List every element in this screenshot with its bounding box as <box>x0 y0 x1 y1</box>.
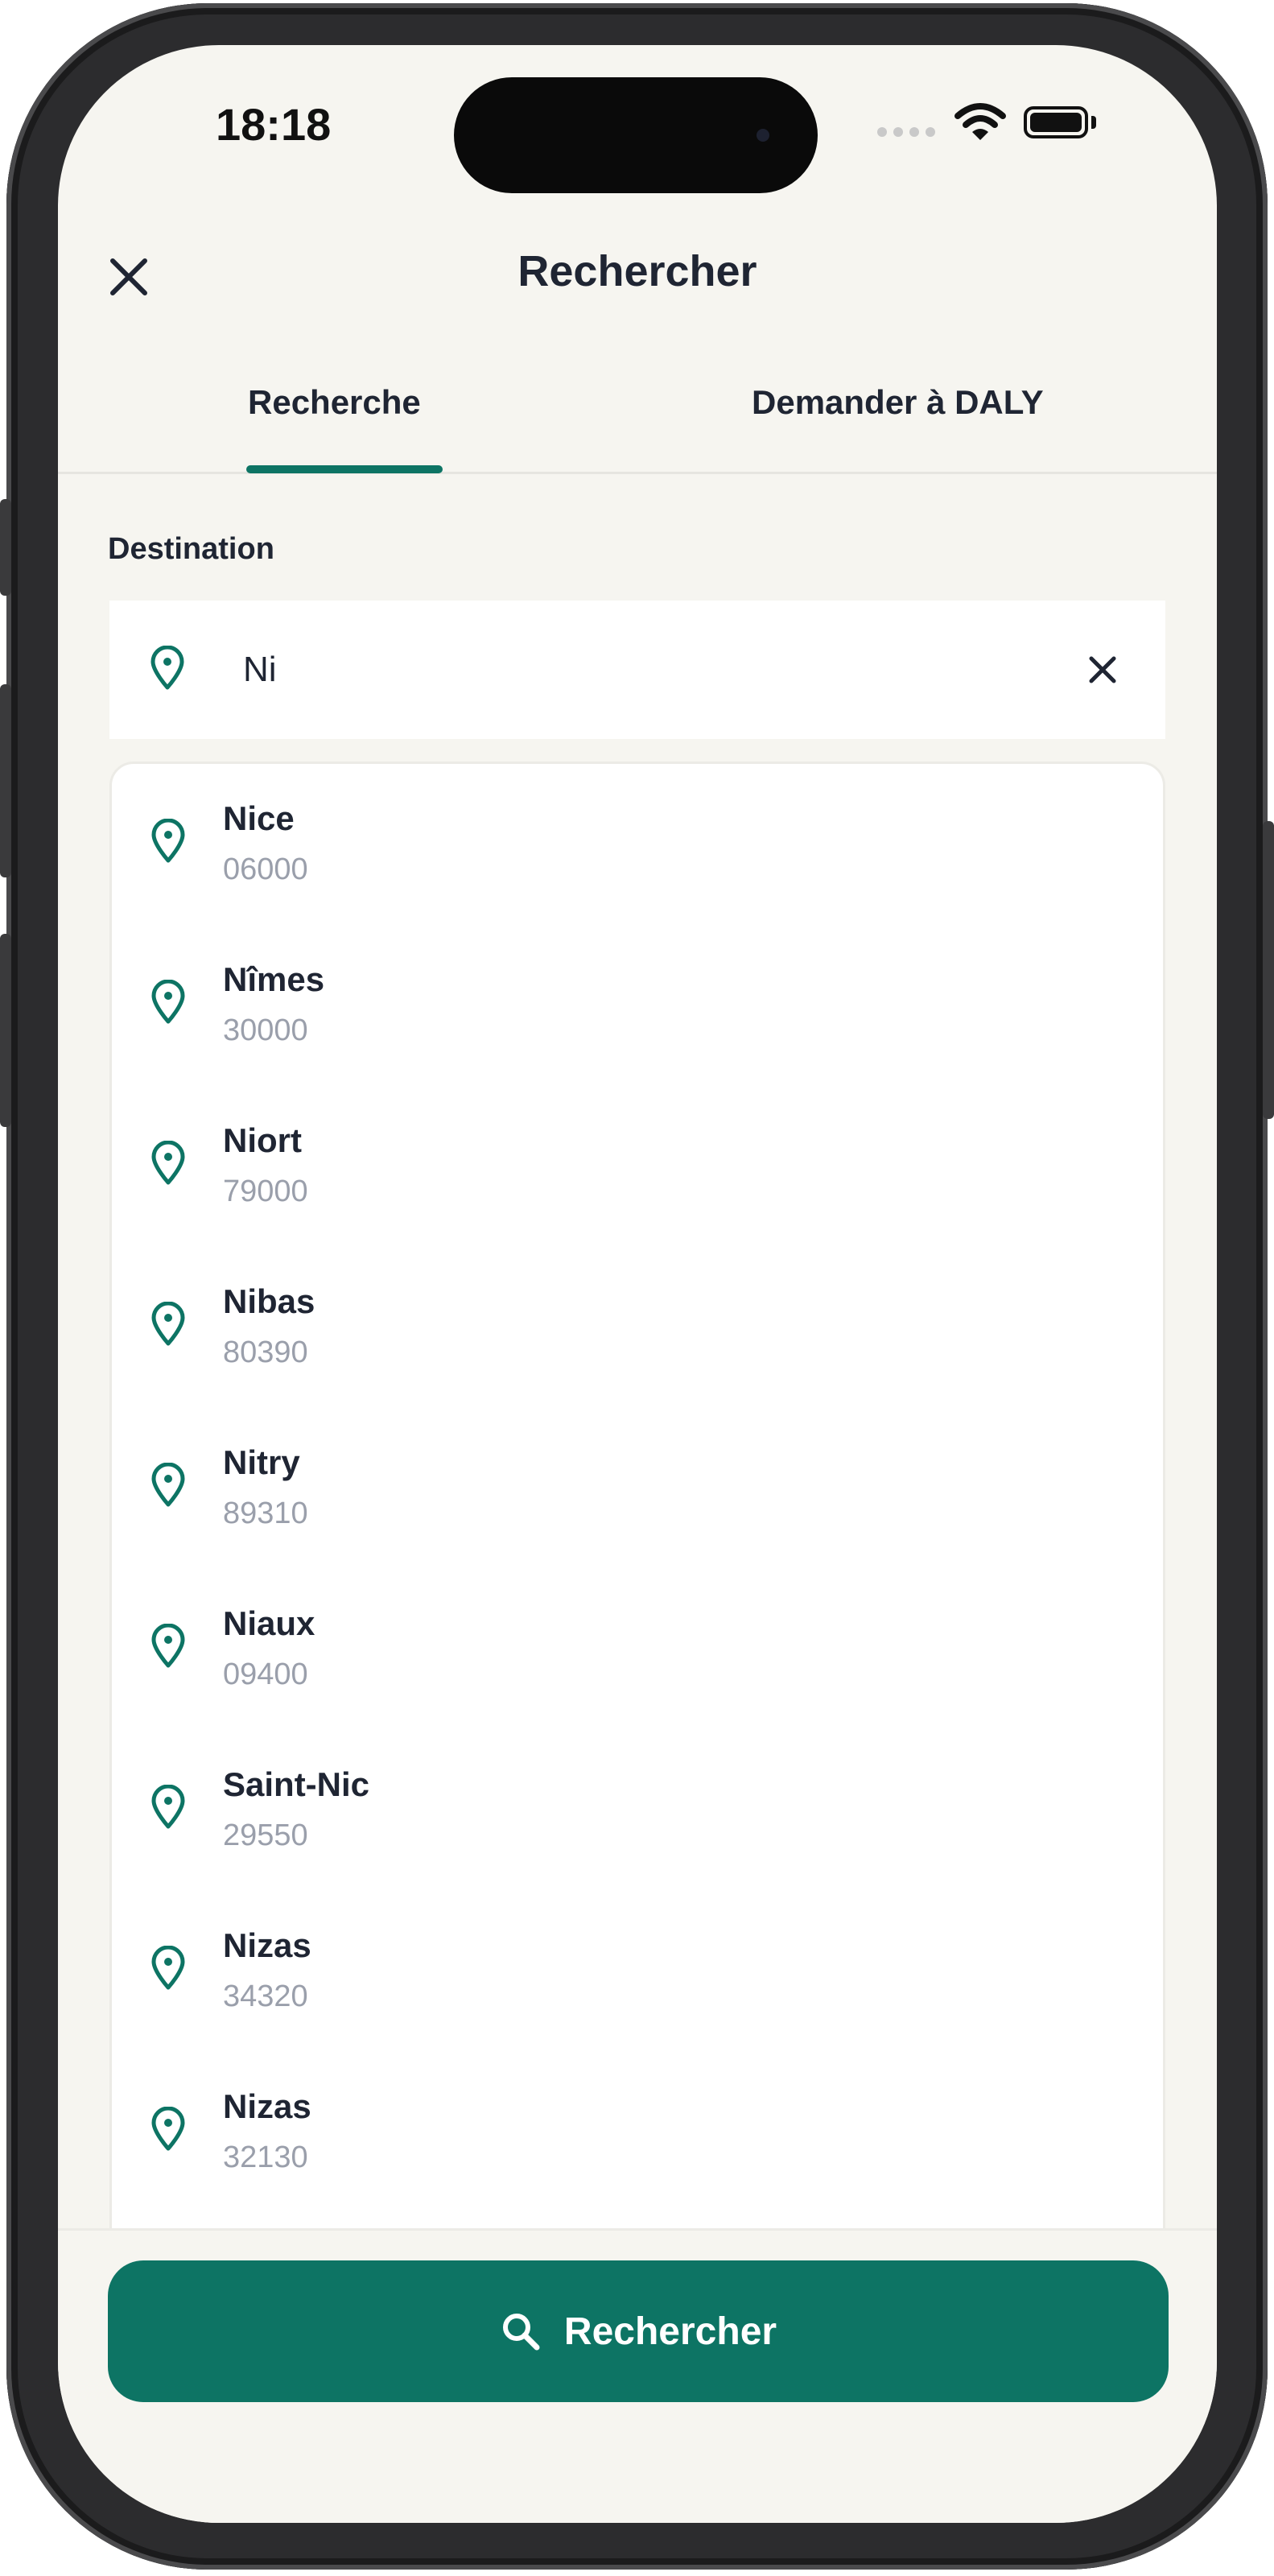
list-item[interactable]: Nîmes 30000 <box>112 925 1163 1086</box>
city-name: Niaux <box>223 1604 315 1642</box>
map-pin-icon <box>151 1624 185 1668</box>
wifi-icon <box>954 103 1006 140</box>
city-name: Nizas <box>223 1926 311 1964</box>
tabs-divider <box>58 472 1217 474</box>
postal-code: 79000 <box>223 1174 308 1208</box>
power-button <box>1263 821 1274 1119</box>
tab-demander-a-daly[interactable]: Demander à DALY <box>752 383 1044 422</box>
search-icon <box>502 2314 540 2351</box>
search-button-label: Rechercher <box>563 2310 777 2353</box>
list-item[interactable]: Saint-Nic 29550 <box>112 1730 1163 1891</box>
list-item[interactable]: Nice 06000 <box>112 764 1163 925</box>
clear-icon[interactable] <box>1082 649 1124 691</box>
map-pin-icon <box>151 819 185 863</box>
map-pin-icon <box>151 2107 185 2151</box>
list-item[interactable]: Nizas 34320 <box>112 1891 1163 2052</box>
action-button <box>0 499 11 596</box>
postal-code: 80390 <box>223 1335 308 1369</box>
postal-code: 32130 <box>223 2140 308 2174</box>
postal-code: 06000 <box>223 852 308 886</box>
tab-recherche[interactable]: Recherche <box>248 383 421 422</box>
postal-code: 29550 <box>223 1818 308 1852</box>
city-name: Nizas <box>223 2087 311 2125</box>
map-pin-icon <box>151 1463 185 1507</box>
volume-down-button <box>0 934 11 1127</box>
battery-icon <box>1024 106 1088 138</box>
destination-label: Destination <box>108 532 274 566</box>
list-item[interactable]: Nibas 80390 <box>112 1247 1163 1408</box>
search-button[interactable]: Rechercher <box>108 2260 1169 2402</box>
list-item[interactable]: Niaux 09400 <box>112 1569 1163 1730</box>
cellular-signal-icon <box>877 127 935 137</box>
map-pin-icon <box>151 1141 185 1185</box>
list-item[interactable]: Nizas 32130 <box>112 2052 1163 2213</box>
map-pin-icon <box>151 1302 185 1346</box>
status-time: 18:18 <box>216 99 332 150</box>
postal-code: 30000 <box>223 1013 308 1047</box>
map-pin-icon <box>150 646 184 690</box>
city-name: Nice <box>223 799 295 837</box>
dynamic-island <box>454 77 818 193</box>
city-name: Saint-Nic <box>223 1765 370 1803</box>
map-pin-icon <box>151 980 185 1024</box>
volume-up-button <box>0 684 11 877</box>
map-pin-icon <box>151 1785 185 1829</box>
destination-field[interactable] <box>109 601 1165 739</box>
app-screen: 18:18 Rechercher Recherche Demander à DA… <box>58 45 1217 2523</box>
postal-code: 34320 <box>223 1979 308 2013</box>
city-name: Niort <box>223 1121 302 1159</box>
destination-input[interactable] <box>243 636 967 704</box>
postal-code: 09400 <box>223 1657 308 1691</box>
active-tab-indicator <box>246 465 443 473</box>
postal-code: 89310 <box>223 1496 308 1530</box>
suggestions-list: Nice 06000 Nîmes 30000 Niort 79000 Nibas… <box>109 762 1165 2291</box>
camera-icon <box>757 129 769 142</box>
battery-tip <box>1091 116 1096 129</box>
city-name: Nîmes <box>223 960 325 998</box>
list-item[interactable]: Nitry 89310 <box>112 1408 1163 1569</box>
city-name: Nibas <box>223 1282 315 1320</box>
page-title: Rechercher <box>517 247 757 295</box>
map-pin-icon <box>151 1946 185 1990</box>
city-name: Nitry <box>223 1443 300 1481</box>
list-item[interactable]: Niort 79000 <box>112 1086 1163 1247</box>
